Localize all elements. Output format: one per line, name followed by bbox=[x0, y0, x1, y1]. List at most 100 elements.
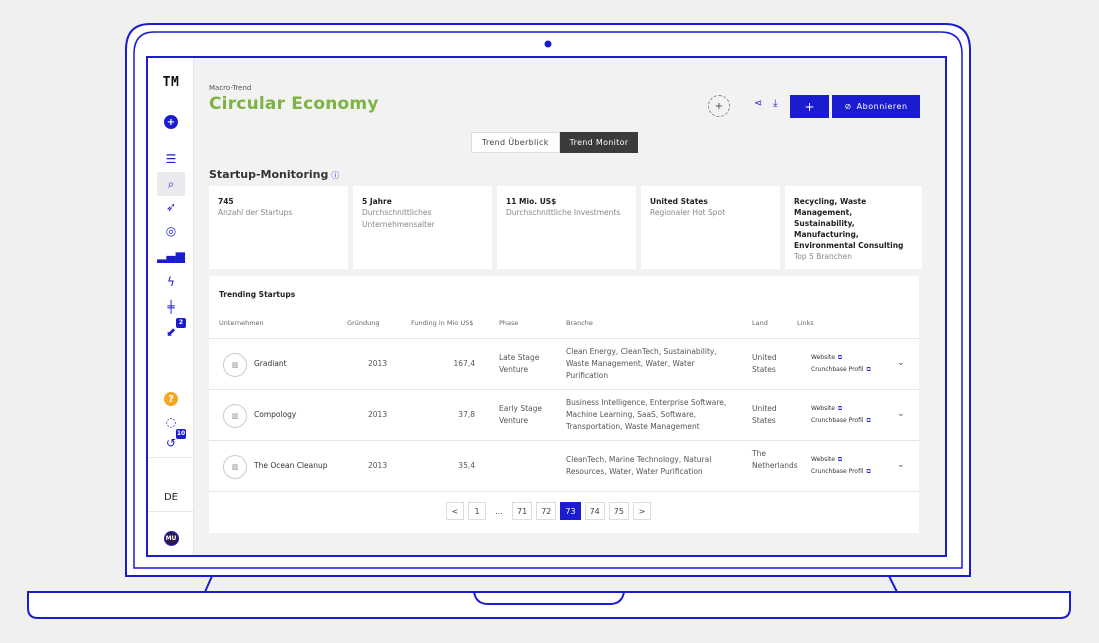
page-title: Circular Economy bbox=[209, 94, 379, 114]
branch-value: Clean Energy, CleanTech, Sustainability,… bbox=[566, 347, 717, 380]
app-logo[interactable]: TM bbox=[157, 70, 185, 94]
prev-page-button[interactable]: < bbox=[446, 502, 464, 520]
kpi-card: Recycling, Waste Management, Sustainabil… bbox=[785, 186, 922, 269]
chevron-down-icon[interactable]: ⌄ bbox=[897, 358, 905, 368]
tab-trend-monitor[interactable]: Trend Monitor bbox=[559, 132, 639, 153]
page-73-current[interactable]: 73 bbox=[560, 502, 581, 520]
crunchbase-link[interactable]: Crunchbase Profil ⧉ bbox=[811, 366, 871, 374]
company-name[interactable]: Compology bbox=[254, 409, 296, 421]
history-badge: 10 bbox=[176, 429, 186, 439]
kpi-label: Durchschnittliche Investments bbox=[506, 208, 621, 217]
search-icon[interactable]: ⌕ bbox=[157, 172, 185, 196]
founded-year: 2013 bbox=[368, 461, 388, 470]
signpost-icon[interactable]: ╪ bbox=[157, 295, 185, 319]
target-icon[interactable]: ◎ bbox=[157, 219, 185, 243]
section-title: Startup-Monitoring ⓘ bbox=[209, 168, 339, 181]
company-name[interactable]: Gradiant bbox=[254, 358, 287, 370]
table-row[interactable]: ▥ Compology 2013 37,8 Early Stage Ventur… bbox=[209, 390, 919, 441]
branch-value: CleanTech, Marine Technology, Natural Re… bbox=[566, 455, 712, 476]
col-funding[interactable]: Funding in Mio US$ bbox=[411, 319, 473, 327]
laptop-mockup: TM + ☰ ⌕ ➶ ◎ ▂▄▆ ϟ ╪ ⬋ 2 ? ◌ ↺ 10 DE MU Ma… bbox=[0, 0, 1099, 643]
kpi-card: 11 Mio. US$ Durchschnittliche Investments bbox=[497, 186, 636, 269]
chevron-down-icon[interactable]: ⌄ bbox=[897, 460, 905, 470]
col-branch[interactable]: Branche bbox=[566, 319, 593, 327]
col-country[interactable]: Land bbox=[752, 319, 768, 327]
startups-table: Trending Startups Unternehmen Gründung F… bbox=[209, 276, 919, 533]
download-icon[interactable]: ⤓ bbox=[773, 98, 777, 109]
bolt-icon[interactable]: ϟ bbox=[157, 270, 185, 294]
branch-value: Business Intelligence, Enterprise Softwa… bbox=[566, 398, 727, 431]
inbox-badge: 2 bbox=[176, 318, 186, 328]
kpi-value: United States bbox=[650, 197, 708, 206]
country-value: United States bbox=[752, 353, 777, 374]
list-icon[interactable]: ☰ bbox=[157, 147, 185, 171]
eye-off-icon: ⊘ bbox=[844, 102, 852, 111]
kpi-label: Top 5 Branchen bbox=[794, 252, 853, 261]
kpi-card: 745 Anzahl der Startups bbox=[209, 186, 348, 269]
website-link[interactable]: Website ⧉ bbox=[811, 354, 842, 362]
history-icon[interactable]: ↺ 10 bbox=[157, 429, 186, 455]
subscribe-label: Abonnieren bbox=[856, 102, 908, 111]
sidebar: TM + ☰ ⌕ ➶ ◎ ▂▄▆ ϟ ╪ ⬋ 2 ? ◌ ↺ 10 DE MU bbox=[148, 58, 194, 555]
app-screen: TM + ☰ ⌕ ➶ ◎ ▂▄▆ ϟ ╪ ⬋ 2 ? ◌ ↺ 10 DE MU Ma… bbox=[148, 58, 945, 555]
table-title: Trending Startups bbox=[219, 290, 296, 299]
kpi-card: 5 Jahre Durchschnittliches Unternehmensal… bbox=[353, 186, 492, 269]
crunchbase-link[interactable]: Crunchbase Profil ⧉ bbox=[811, 468, 871, 476]
share-icon[interactable]: ⋖ bbox=[754, 98, 762, 109]
section-title-text: Startup-Monitoring bbox=[209, 168, 329, 181]
company-icon: ▥ bbox=[223, 404, 247, 428]
kpi-label: Anzahl der Startups bbox=[218, 208, 293, 217]
phase-value: Early Stage Venture bbox=[499, 404, 542, 425]
website-link[interactable]: Website ⧉ bbox=[811, 456, 842, 464]
col-phase[interactable]: Phase bbox=[499, 319, 518, 327]
add-circle-button[interactable]: + bbox=[708, 95, 730, 117]
crunchbase-link[interactable]: Crunchbase Profil ⧉ bbox=[811, 417, 871, 425]
founded-year: 2013 bbox=[368, 359, 388, 368]
table-row[interactable]: ▥ Gradiant 2013 167,4 Late Stage Venture… bbox=[209, 339, 919, 390]
page-74[interactable]: 74 bbox=[584, 502, 605, 520]
avatar[interactable]: MU bbox=[157, 526, 185, 550]
main-content: Macro-Trend Circular Economy + ⋖ ⤓ + ⊘ A… bbox=[209, 58, 929, 555]
website-link[interactable]: Website ⧉ bbox=[811, 405, 842, 413]
kpi-label: Regionaler Hot Spot bbox=[650, 208, 726, 217]
page-72[interactable]: 72 bbox=[536, 502, 557, 520]
pagination: < 1 ... 71 72 73 74 75 > bbox=[446, 502, 651, 520]
page-71[interactable]: 71 bbox=[512, 502, 533, 520]
view-tabs: Trend Überblick Trend Monitor bbox=[471, 132, 639, 153]
tab-trend-overview[interactable]: Trend Überblick bbox=[471, 132, 560, 153]
kpi-value: 5 Jahre bbox=[362, 197, 392, 206]
info-icon[interactable]: ⓘ bbox=[331, 171, 339, 180]
company-icon: ▥ bbox=[223, 353, 247, 377]
company-name[interactable]: The Ocean Cleanup bbox=[254, 460, 328, 472]
funding-value: 167,4 bbox=[453, 359, 475, 368]
chart-arrow-icon[interactable]: ⬋ 2 bbox=[157, 318, 186, 344]
rocket-icon[interactable]: ➶ bbox=[157, 195, 185, 219]
col-links: Links bbox=[797, 319, 814, 327]
add-button[interactable]: + bbox=[790, 95, 829, 118]
kpi-value: Recycling, Waste Management, Sustainabil… bbox=[794, 197, 904, 250]
add-circle-icon[interactable]: + bbox=[157, 110, 185, 134]
funding-value: 37,8 bbox=[458, 410, 475, 419]
kpi-value: 745 bbox=[218, 197, 234, 206]
kpi-value: 11 Mio. US$ bbox=[506, 197, 557, 206]
table-row[interactable]: ▥ The Ocean Cleanup 2013 35,4 CleanTech,… bbox=[209, 441, 919, 492]
chevron-down-icon[interactable]: ⌄ bbox=[897, 409, 905, 419]
col-founded[interactable]: Gründung bbox=[347, 319, 379, 327]
country-value: United States bbox=[752, 404, 777, 425]
founded-year: 2013 bbox=[368, 410, 388, 419]
page-first[interactable]: 1 bbox=[468, 502, 486, 520]
bar-chart-icon[interactable]: ▂▄▆ bbox=[157, 244, 185, 268]
page-ellipsis: ... bbox=[495, 506, 503, 516]
page-75[interactable]: 75 bbox=[608, 502, 629, 520]
kpi-row: 745 Anzahl der Startups 5 Jahre Durchschni… bbox=[209, 186, 922, 269]
language-switch[interactable]: DE bbox=[157, 485, 185, 509]
subscribe-button[interactable]: ⊘ Abonnieren bbox=[832, 95, 920, 118]
next-page-button[interactable]: > bbox=[632, 502, 651, 520]
country-value: The Netherlands bbox=[752, 449, 798, 470]
kpi-label: Durchschnittliches Unternehmensalter bbox=[362, 208, 435, 229]
col-company[interactable]: Unternehmen bbox=[219, 319, 264, 327]
kpi-card: United States Regionaler Hot Spot bbox=[641, 186, 780, 269]
page-kicker: Macro-Trend bbox=[209, 84, 252, 92]
funding-value: 35,4 bbox=[458, 461, 475, 470]
help-icon[interactable]: ? bbox=[157, 387, 185, 411]
